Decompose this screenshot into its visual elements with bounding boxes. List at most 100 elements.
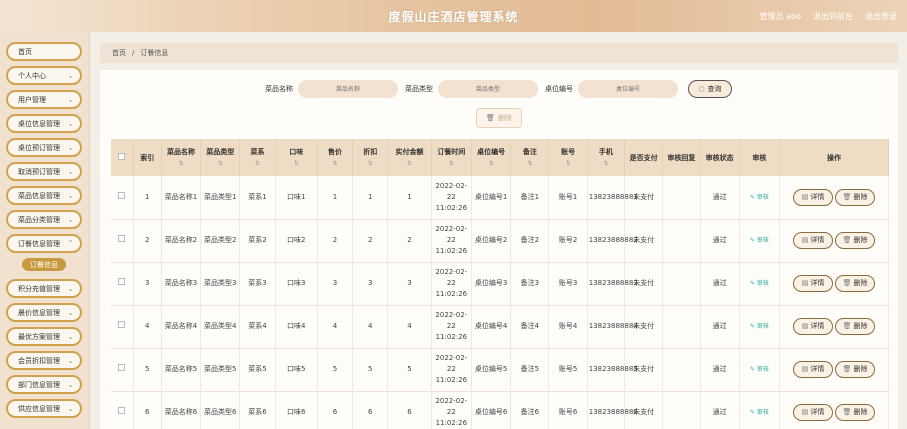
- table-header-cell[interactable]: 折扣 ⇅: [352, 139, 389, 176]
- sort-icon[interactable]: ⇅: [277, 159, 316, 169]
- table-header-cell[interactable]: 账号 ⇅: [548, 139, 588, 176]
- row-checkbox[interactable]: [118, 278, 126, 285]
- table-cell: 桌位编号4: [471, 305, 512, 348]
- sort-icon[interactable]: ⇅: [389, 159, 429, 169]
- table-header-cell[interactable]: 手机 ⇅: [587, 139, 626, 176]
- detail-button[interactable]: ▤ 详情: [793, 232, 834, 249]
- sort-icon[interactable]: ⇅: [163, 159, 199, 169]
- table-header-cell[interactable]: 菜品类型 ⇅: [200, 139, 241, 176]
- table-cell: 备注4: [510, 305, 550, 348]
- delete-button-label: 删除: [853, 279, 868, 287]
- delete-button-label: 删除: [853, 236, 868, 244]
- detail-button[interactable]: ▤ 详情: [793, 318, 834, 335]
- trash-icon: 🗑: [842, 279, 852, 287]
- detail-button[interactable]: ▤ 详情: [793, 361, 834, 378]
- sidebar-item-dish-info[interactable]: 菜品信息管理 ⌄: [6, 186, 82, 205]
- sidebar-item-personal-center[interactable]: 个人中心 ⌄: [6, 66, 82, 85]
- sidebar-item-points-recharge[interactable]: 积分充值管理 ⌄: [6, 279, 82, 298]
- delete-button[interactable]: 🗑 删除: [835, 361, 876, 378]
- delete-button[interactable]: 🗑 删除: [835, 188, 876, 206]
- select-all-checkbox[interactable]: [118, 152, 126, 160]
- search-button[interactable]: ○ 查询: [688, 80, 732, 98]
- sidebar-item-table-info[interactable]: 桌位信息管理 ⌄: [6, 114, 82, 133]
- sidebar-item-order-info[interactable]: 订餐信息管理 ⌃: [6, 234, 82, 253]
- table-number-label: 桌位编号: [545, 85, 573, 93]
- sidebar-item-user-management[interactable]: 用户管理 ⌄: [6, 90, 82, 109]
- sort-icon[interactable]: ⇅: [319, 159, 351, 169]
- sort-icon[interactable]: ⇅: [512, 159, 547, 169]
- row-checkbox[interactable]: [118, 407, 126, 414]
- table-cell: 2022-02-22 11:02:26: [431, 391, 472, 429]
- sidebar-item-price-info[interactable]: 晨价信息管理 ⌄: [6, 303, 82, 322]
- sidebar-item-cancel-booking[interactable]: 取消预订管理 ⌄: [6, 162, 82, 181]
- sort-icon[interactable]: ⇅: [202, 159, 238, 169]
- logout-link[interactable]: 退出登录: [865, 11, 897, 22]
- sidebar-subitem-order-info[interactable]: 订餐信息: [22, 258, 66, 271]
- batch-delete-button[interactable]: 🗑 删除: [476, 108, 522, 128]
- dish-type-input[interactable]: [438, 80, 538, 98]
- audit-link[interactable]: ✎ 审核: [750, 323, 769, 330]
- audit-link[interactable]: ✎ 审核: [750, 194, 769, 201]
- table-header-cell[interactable]: 桌位编号 ⇅: [471, 139, 512, 176]
- table-cell: 13823888882: [587, 219, 638, 262]
- sort-icon[interactable]: ⇅: [589, 159, 623, 169]
- sidebar-item-label: 桌位信息管理: [18, 119, 60, 128]
- audit-link[interactable]: ✎ 审核: [750, 366, 769, 373]
- sidebar-item-department-info[interactable]: 部门信息管理 ⌄: [6, 375, 82, 394]
- table-header-cell[interactable]: 实付金额 ⇅: [387, 139, 432, 176]
- delete-button[interactable]: 🗑 删除: [835, 232, 876, 249]
- file-icon: ▤: [801, 322, 809, 330]
- sidebar-item-table-booking[interactable]: 桌位预订管理 ⌄: [6, 138, 82, 157]
- chevron-down-icon: ⌄: [67, 215, 74, 224]
- delete-button[interactable]: 🗑 删除: [835, 318, 876, 335]
- sort-icon[interactable]: ⇅: [473, 159, 509, 169]
- table-header-cell[interactable]: 订餐时间 ⇅: [431, 139, 472, 176]
- row-checkbox[interactable]: [118, 321, 126, 328]
- sidebar-item-dish-category[interactable]: 菜品分类管理 ⌄: [6, 210, 82, 229]
- exit-to-frontend-link[interactable]: 退出到前台: [813, 11, 853, 22]
- table-header-label: 桌位编号: [477, 147, 506, 156]
- table-cell: 1: [133, 176, 162, 219]
- chevron-down-icon: ⌄: [67, 380, 74, 389]
- row-checkbox[interactable]: [118, 191, 126, 199]
- row-checkbox[interactable]: [118, 364, 126, 371]
- detail-button[interactable]: ▤ 详情: [793, 275, 834, 292]
- sidebar-item-label: 供应信息管理: [18, 404, 60, 413]
- table-cell: 桌位编号1: [471, 176, 512, 219]
- audit-link[interactable]: ✎ 审核: [750, 409, 769, 416]
- sidebar-item-member-discount[interactable]: 会员折扣管理 ⌄: [6, 351, 82, 370]
- sort-icon[interactable]: ⇅: [241, 159, 273, 169]
- table-number-input[interactable]: [578, 80, 678, 98]
- detail-button-label: 详情: [810, 322, 825, 330]
- delete-button-label: 删除: [853, 408, 868, 416]
- audit-link[interactable]: ✎ 审核: [750, 237, 769, 244]
- detail-button[interactable]: ▤ 详情: [793, 188, 834, 206]
- sort-icon[interactable]: ⇅: [354, 159, 386, 169]
- delete-button[interactable]: 🗑 删除: [835, 404, 876, 421]
- delete-button[interactable]: 🗑 删除: [835, 275, 876, 292]
- detail-button[interactable]: ▤ 详情: [793, 404, 834, 421]
- sidebar-item-supply-info[interactable]: 供应信息管理 ⌄: [6, 399, 82, 418]
- sort-icon[interactable]: ⇅: [433, 159, 470, 169]
- table-cell: 菜系6: [239, 391, 276, 429]
- row-actions-cell: ▤ 详情 🗑 删除: [779, 176, 889, 219]
- row-checkbox[interactable]: [118, 235, 126, 242]
- chevron-down-icon: ⌄: [67, 167, 74, 176]
- sidebar-item-best-plan[interactable]: 最优方案管理 ⌄: [6, 327, 82, 346]
- row-actions-cell: ▤ 详情 🗑 删除: [779, 219, 889, 262]
- table-header-cell[interactable]: 口味 ⇅: [275, 139, 318, 176]
- breadcrumb-home[interactable]: 首页: [112, 48, 126, 58]
- chevron-down-icon: ⌄: [67, 356, 74, 365]
- table-cell: 3: [352, 262, 389, 305]
- table-cell: 菜系4: [239, 305, 276, 348]
- table-header-cell[interactable]: 售价 ⇅: [317, 139, 354, 176]
- table-cell: 2022-02-22 11:02:26: [431, 348, 472, 391]
- table-header-cell[interactable]: 备注 ⇅: [510, 139, 550, 176]
- dish-name-input[interactable]: [298, 80, 398, 98]
- sort-icon[interactable]: ⇅: [550, 159, 585, 169]
- audit-link[interactable]: ✎ 审核: [750, 280, 769, 287]
- table-header-cell[interactable]: 菜系 ⇅: [239, 139, 276, 176]
- table-header-label: 菜品名称: [166, 147, 195, 156]
- sidebar-item-home[interactable]: 首页: [6, 42, 82, 61]
- table-header-cell[interactable]: 菜品名称 ⇅: [161, 139, 202, 176]
